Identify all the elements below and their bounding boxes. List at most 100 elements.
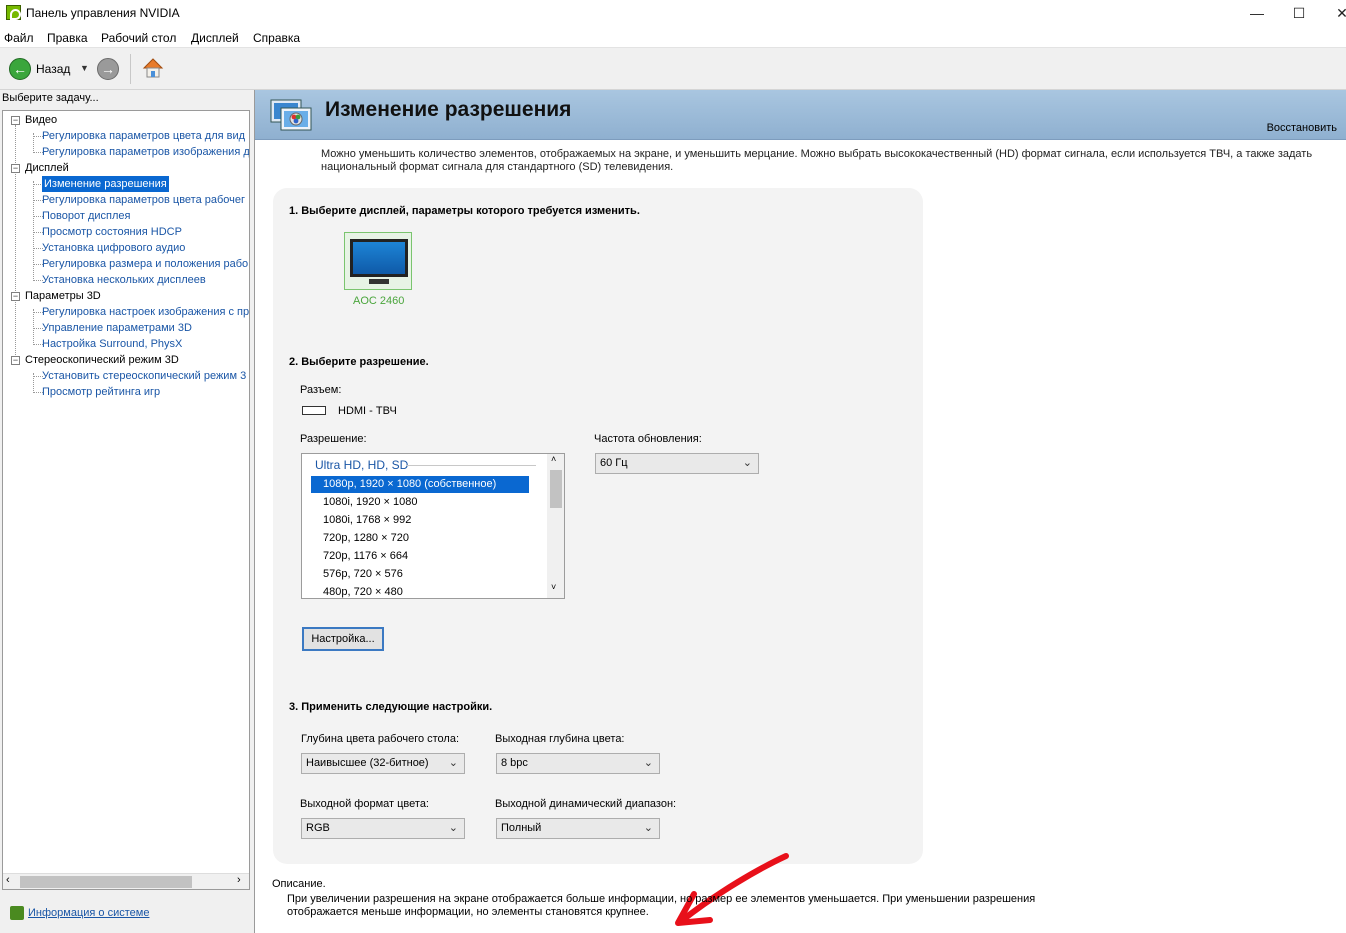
resolution-list[interactable]: Ultra HD, HD, SD 1080p, 1920 × 1080 (соб… — [301, 453, 565, 599]
page-title: Изменение разрешения — [325, 98, 572, 121]
minimize-button[interactable]: — — [1235, 0, 1279, 26]
restore-link[interactable]: Восстановить — [1267, 122, 1337, 134]
tree-item-change-resolution[interactable]: Изменение разрешения — [42, 176, 169, 192]
desktop-depth-label: Глубина цвета рабочего стола: — [301, 733, 460, 745]
resolution-item[interactable]: 720p, 1176 × 664 — [311, 548, 529, 565]
maximize-button[interactable]: ☐ — [1277, 0, 1321, 26]
monitor-icon — [350, 239, 408, 277]
chevron-down-icon: ⌄ — [448, 757, 458, 769]
group-divider — [406, 465, 536, 466]
color-format-label: Выходной формат цвета: — [300, 798, 429, 810]
desktop-depth-value: Наивысшее (32-битное) — [306, 757, 429, 769]
menu-bar: Файл Правка Рабочий стол Дисплей Справка — [0, 26, 1346, 48]
resolution-label: Разрешение: — [300, 433, 367, 445]
close-button[interactable]: ✕ — [1320, 0, 1346, 26]
description-label: Описание. — [272, 878, 326, 890]
output-depth-select[interactable]: 8 bpc ⌄ — [496, 753, 660, 774]
expander-video[interactable]: − — [11, 116, 20, 125]
resolution-item[interactable]: 480p, 720 × 480 — [311, 584, 529, 598]
back-button[interactable]: ← Назад — [6, 56, 81, 82]
tree-item-3d-image[interactable]: Регулировка настроек изображения с пр — [42, 304, 249, 320]
system-info-icon — [10, 906, 24, 920]
nvidia-icon — [6, 5, 21, 20]
expander-stereo[interactable]: − — [11, 356, 20, 365]
expander-display[interactable]: − — [11, 164, 20, 173]
scroll-thumb[interactable] — [550, 470, 562, 508]
tree-item-digital-audio[interactable]: Установка цифрового аудио — [42, 240, 185, 256]
task-tree: − Видео Регулировка параметров цвета для… — [2, 110, 250, 890]
toolbar-divider — [130, 54, 131, 84]
dynamic-range-select[interactable]: Полный ⌄ — [496, 818, 660, 839]
step3-title: 3. Применить следующие настройки. — [289, 701, 493, 713]
refresh-rate-select[interactable]: 60 Гц ⌄ — [595, 453, 759, 474]
tree-item-hdcp-status[interactable]: Просмотр состояния HDCP — [42, 224, 182, 240]
resolution-item[interactable]: 720p, 1280 × 720 — [311, 530, 529, 547]
step2-title: 2. Выберите разрешение. — [289, 356, 429, 368]
monitor-stand — [369, 279, 389, 284]
back-arrow-icon: ← — [9, 58, 31, 80]
output-depth-label: Выходная глубина цвета: — [495, 733, 625, 745]
scroll-left-icon[interactable]: ‹ — [6, 874, 10, 886]
color-format-select[interactable]: RGB ⌄ — [301, 818, 465, 839]
tree-item-multiple-displays[interactable]: Установка нескольких дисплеев — [42, 272, 206, 288]
home-icon[interactable] — [141, 56, 165, 80]
intro-text: Можно уменьшить количество элементов, от… — [321, 148, 1313, 173]
scroll-down-icon[interactable]: ˅ — [551, 582, 556, 592]
title-bar: Панель управления NVIDIA — ☐ ✕ — [0, 0, 1346, 26]
tree-item-display[interactable]: Дисплей — [25, 160, 69, 176]
customize-button[interactable]: Настройка... — [302, 627, 384, 651]
menu-display[interactable]: Дисплей — [191, 31, 239, 45]
settings-panel: 1. Выберите дисплей, параметры которого … — [273, 188, 923, 926]
task-header: Выберите задачу... — [2, 92, 99, 104]
tree-item-surround-physx[interactable]: Настройка Surround, PhysX — [42, 336, 182, 352]
refresh-rate-label: Частота обновления: — [594, 433, 702, 445]
output-depth-value: 8 bpc — [501, 757, 528, 769]
tree-item-desktop-size[interactable]: Регулировка размера и положения рабо — [42, 256, 248, 272]
display-name: AOC 2460 — [353, 295, 405, 307]
window-title: Панель управления NVIDIA — [26, 6, 180, 20]
menu-help[interactable]: Справка — [253, 31, 300, 45]
menu-file[interactable]: Файл — [4, 31, 34, 45]
back-label: Назад — [36, 62, 71, 76]
scroll-up-icon[interactable]: ˄ — [551, 454, 556, 464]
connector-value: HDMI - ТВЧ — [338, 405, 397, 417]
dropdown-icon[interactable]: ▼ — [80, 63, 89, 73]
tree-item-3d-settings[interactable]: Параметры 3D — [25, 288, 101, 304]
main-content: Изменение разрешения Восстановить Можно … — [254, 90, 1346, 933]
tree-item-manage-3d[interactable]: Управление параметрами 3D — [42, 320, 192, 336]
desktop-depth-select[interactable]: Наивысшее (32-битное) ⌄ — [301, 753, 465, 774]
scroll-thumb[interactable] — [20, 876, 192, 888]
menu-desktop[interactable]: Рабочий стол — [101, 31, 176, 45]
resolution-item[interactable]: 1080p, 1920 × 1080 (собственное) — [311, 476, 529, 493]
dynamic-range-value: Полный — [501, 822, 542, 834]
resolution-item[interactable]: 1080i, 1768 × 992 — [311, 512, 529, 529]
hdmi-icon — [302, 406, 326, 415]
display-tile[interactable] — [344, 232, 412, 290]
tree-item-set-stereo[interactable]: Установить стереоскопический режим 3 — [42, 368, 246, 384]
chevron-down-icon: ⌄ — [448, 822, 458, 834]
tree-item-video-image[interactable]: Регулировка параметров изображения д — [42, 144, 249, 160]
resolution-item[interactable]: 1080i, 1920 × 1080 — [311, 494, 529, 511]
resolution-item[interactable]: 576p, 720 × 576 — [311, 566, 529, 583]
system-info-link[interactable]: Информация о системе — [28, 907, 149, 919]
chevron-down-icon: ⌄ — [742, 457, 752, 469]
tree-item-rotate-display[interactable]: Поворот дисплея — [42, 208, 130, 224]
tree-item-stereo-3d[interactable]: Стереоскопический режим 3D — [25, 352, 179, 368]
menu-edit[interactable]: Правка — [47, 31, 88, 45]
chevron-down-icon: ⌄ — [643, 757, 653, 769]
forward-arrow-icon[interactable]: → — [97, 58, 119, 80]
tree-item-video-color[interactable]: Регулировка параметров цвета для вид — [42, 128, 245, 144]
connector-label: Разъем: — [300, 384, 342, 396]
scroll-right-icon[interactable]: › — [237, 874, 241, 886]
tree-item-video[interactable]: Видео — [25, 112, 57, 128]
chevron-down-icon: ⌄ — [643, 822, 653, 834]
dynamic-range-label: Выходной динамический диапазон: — [495, 798, 677, 810]
horizontal-scrollbar[interactable]: ‹ › — [3, 873, 249, 889]
tree-item-game-ratings[interactable]: Просмотр рейтинга игр — [42, 384, 160, 400]
refresh-rate-value: 60 Гц — [600, 457, 628, 469]
expander-3d[interactable]: − — [11, 292, 20, 301]
vertical-scrollbar[interactable]: ˄ ˅ — [547, 454, 564, 598]
tree-item-desktop-color[interactable]: Регулировка параметров цвета рабочег — [42, 192, 245, 208]
description-text: При увеличении разрешения на экране отоб… — [287, 893, 1036, 918]
toolbar: ← Назад ▼ → — [0, 48, 1346, 90]
